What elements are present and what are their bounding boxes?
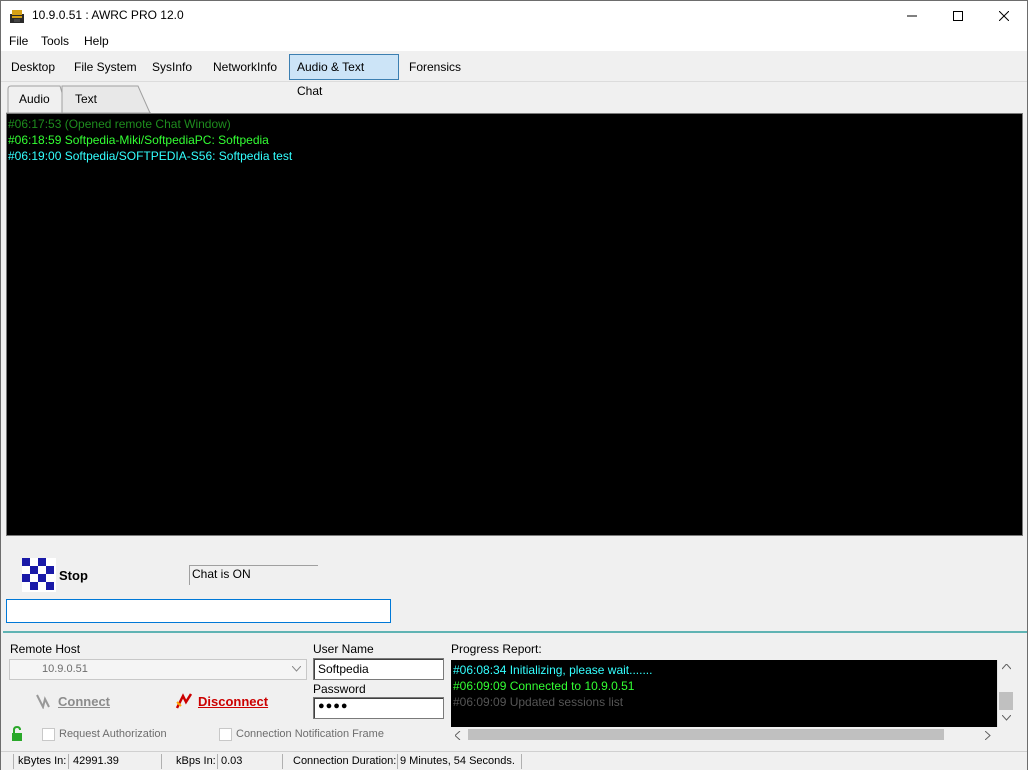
window-title: 10.9.0.51 : AWRC PRO 12.0 (32, 8, 184, 22)
connection-notification-checkbox[interactable] (219, 728, 232, 741)
checkered-flag-icon[interactable] (22, 558, 56, 592)
chevron-left-icon[interactable] (455, 731, 461, 740)
disconnect-button[interactable]: Disconnect (198, 694, 268, 709)
title-bar: 10.9.0.51 : AWRC PRO 12.0 (1, 1, 1027, 31)
status-divider (521, 754, 522, 769)
maximize-button[interactable] (935, 1, 981, 31)
tab-file-system[interactable]: File System (66, 54, 145, 80)
kbps-in-label: kBps In: (176, 755, 216, 767)
kbytes-in-value: 42991.39 (73, 755, 119, 767)
tab-forensics[interactable]: Forensics (401, 54, 469, 80)
disconnect-icon (175, 693, 193, 709)
app-window: 10.9.0.51 : AWRC PRO 12.0 File Tools Hel… (0, 0, 1028, 770)
remote-host-value: 10.9.0.51 (42, 663, 88, 675)
chat-log[interactable]: #06:17:53 (Opened remote Chat Window) #0… (6, 113, 1023, 536)
user-name-label: User Name (313, 642, 374, 656)
request-authorization-label: Request Authorization (59, 728, 167, 740)
minimize-icon (907, 15, 917, 17)
kbps-in-value: 0.03 (221, 755, 243, 767)
connection-notification-label: Connection Notification Frame (236, 728, 384, 740)
stop-button[interactable]: Stop (59, 568, 88, 583)
subtab-audio[interactable]: Audio (6, 85, 50, 113)
progress-line: #06:08:34 Initializing, please wait.....… (453, 663, 653, 677)
password-input[interactable]: ●●●● (313, 697, 444, 719)
chat-line: #06:19:00 Softpedia/SOFTPEDIA-S56: Softp… (8, 149, 293, 163)
tab-audio-text-chat[interactable]: Audio & Text Chat (289, 54, 399, 98)
request-authorization-checkbox[interactable] (42, 728, 55, 741)
progress-report-log[interactable]: #06:08:34 Initializing, please wait.....… (451, 660, 997, 727)
progress-report-label: Progress Report: (451, 642, 542, 656)
menu-file[interactable]: File (9, 34, 28, 48)
maximize-icon (953, 11, 963, 21)
kbytes-in-label: kBytes In: (18, 755, 67, 767)
menu-help[interactable]: Help (84, 34, 109, 48)
chevron-up-icon[interactable] (1002, 664, 1011, 670)
chevron-down-icon (292, 666, 301, 672)
tab-sysinfo[interactable]: SysInfo (144, 54, 200, 80)
remote-host-label: Remote Host (10, 642, 81, 656)
menu-bar: File Tools Help (1, 31, 1027, 51)
unlock-icon (12, 726, 22, 741)
status-bar: kBytes In: 42991.39 kBps In: 0.03 Connec… (1, 751, 1027, 770)
connect-icon (36, 694, 50, 709)
chevron-down-icon[interactable] (1002, 715, 1011, 721)
connect-button[interactable]: Connect (58, 694, 110, 709)
minimize-button[interactable] (889, 1, 935, 31)
app-icon (10, 10, 24, 23)
connection-duration-label: Connection Duration: (293, 755, 397, 767)
chat-status: Chat is ON (189, 565, 318, 585)
subtab-text-chat[interactable]: Text Chat (62, 85, 100, 134)
main-tab-bar: Desktop File System SysInfo NetworkInfo … (1, 51, 1027, 98)
status-divider (282, 754, 283, 769)
password-label: Password (313, 682, 366, 696)
progress-horizontal-scrollbar[interactable] (451, 727, 997, 742)
status-divider (161, 754, 162, 769)
progress-line: #06:09:09 Connected to 10.9.0.51 (453, 679, 635, 693)
close-button[interactable] (981, 1, 1027, 31)
progress-vertical-scrollbar[interactable] (997, 660, 1014, 727)
progress-line: #06:09:09 Updated sessions list (453, 695, 624, 709)
chat-line: #06:17:53 (Opened remote Chat Window) (8, 117, 231, 131)
menu-tools[interactable]: Tools (41, 34, 69, 48)
chat-line: #06:18:59 Softpedia-Miki/SoftpediaPC: So… (8, 133, 269, 147)
remote-host-combo[interactable]: 10.9.0.51 (9, 659, 307, 680)
user-name-input[interactable] (313, 658, 444, 680)
connection-duration-value: 9 Minutes, 54 Seconds. (400, 755, 515, 767)
tab-networkinfo[interactable]: NetworkInfo (205, 54, 285, 80)
scroll-thumb[interactable] (999, 692, 1013, 710)
scroll-thumb[interactable] (468, 729, 944, 740)
tab-desktop[interactable]: Desktop (3, 54, 63, 80)
chat-message-input[interactable] (6, 599, 391, 623)
close-icon (999, 11, 1009, 21)
chevron-right-icon[interactable] (985, 731, 991, 740)
